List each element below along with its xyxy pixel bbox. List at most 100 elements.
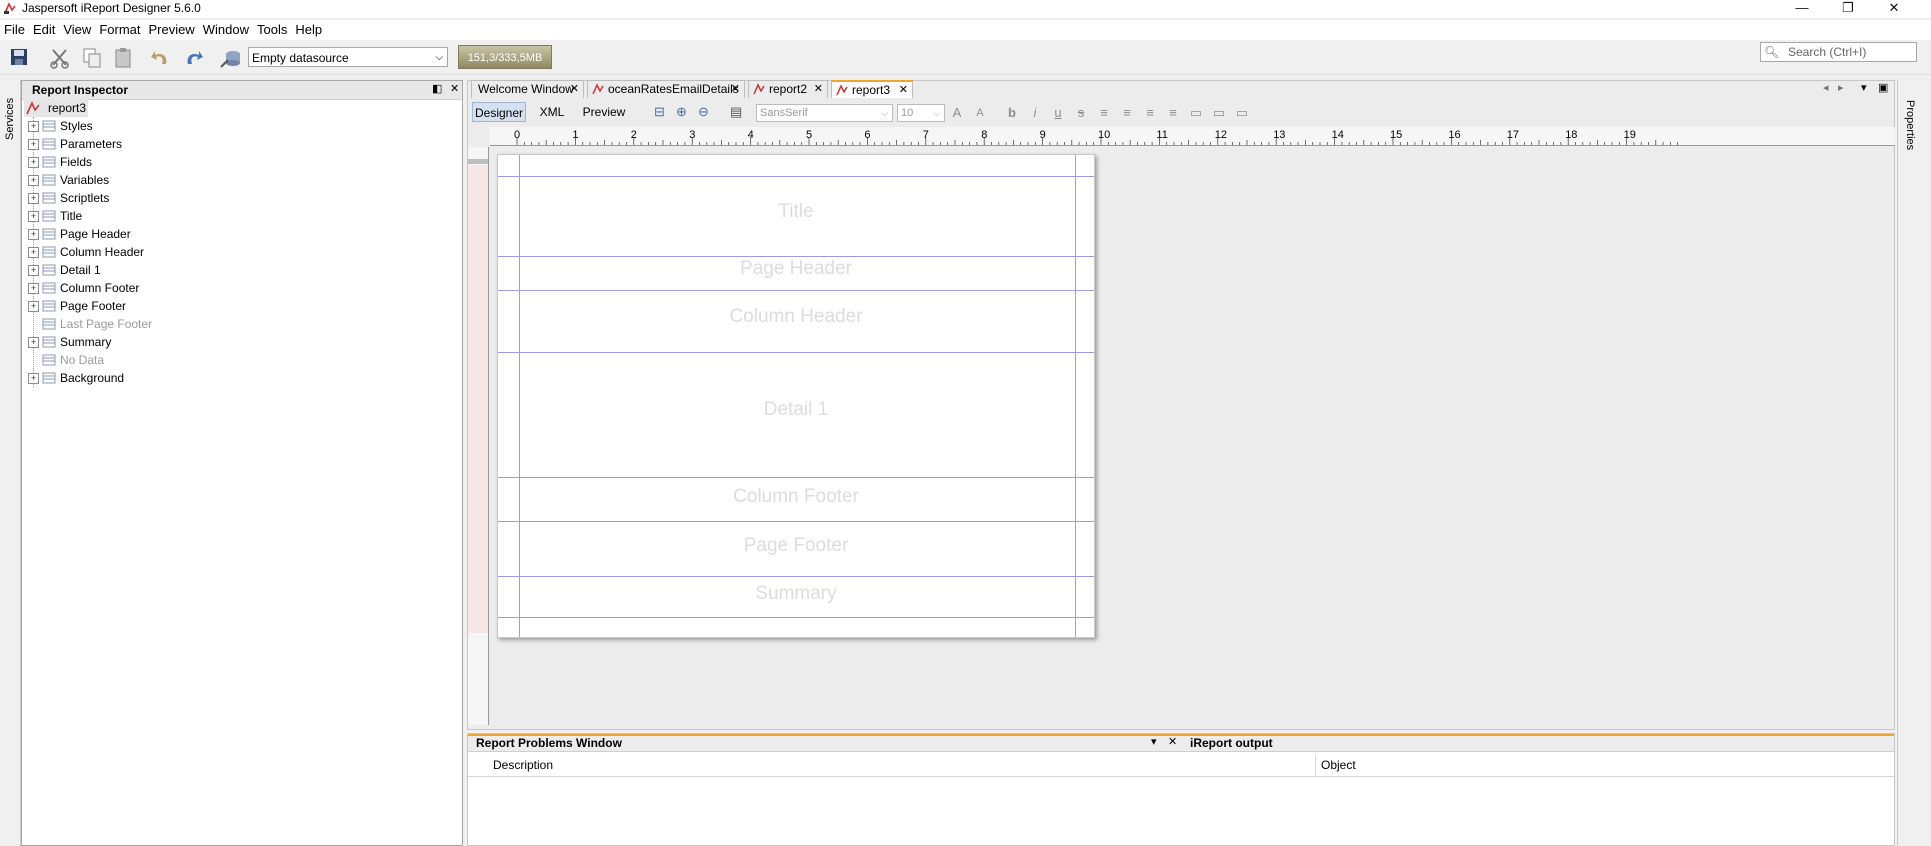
- tree-item-no-data[interactable]: No Data: [22, 351, 322, 369]
- align-top-icon[interactable]: ▭: [1187, 104, 1205, 122]
- menu-tools[interactable]: Tools: [253, 20, 291, 40]
- tab-list-icon[interactable]: ▾: [1861, 81, 1867, 94]
- tree-item-parameters[interactable]: + Parameters: [22, 135, 322, 153]
- zoom-in-icon[interactable]: ⊕: [676, 104, 687, 120]
- align-middle-icon[interactable]: ▭: [1210, 104, 1228, 122]
- problems-window-title[interactable]: Report Problems Window: [476, 734, 622, 752]
- close-panel-icon[interactable]: ✕: [450, 82, 459, 95]
- tree-item-detail-1[interactable]: + Detail 1: [22, 261, 322, 279]
- properties-tab[interactable]: Properties: [1904, 100, 1916, 150]
- expand-icon[interactable]: +: [28, 229, 39, 240]
- close-icon[interactable]: ✕: [570, 81, 579, 98]
- bold-icon[interactable]: b: [1003, 104, 1021, 122]
- minimize-panel-icon[interactable]: ▾: [1151, 735, 1157, 748]
- menu-preview[interactable]: Preview: [144, 20, 198, 40]
- expand-icon[interactable]: +: [28, 283, 39, 294]
- expand-icon[interactable]: +: [28, 139, 39, 150]
- band-title[interactable]: Title: [498, 201, 1094, 223]
- align-justify-icon[interactable]: ≡: [1164, 104, 1182, 122]
- underline-icon[interactable]: u: [1049, 104, 1067, 122]
- search-input[interactable]: 🔍︎ Search (Ctrl+I): [1760, 42, 1917, 62]
- tab-report2[interactable]: report2 ✕: [748, 80, 828, 98]
- tab-ireport-output[interactable]: iReport output: [1190, 734, 1273, 752]
- tree-item-last-page-footer[interactable]: Last Page Footer: [22, 315, 322, 333]
- expand-icon[interactable]: +: [28, 193, 39, 204]
- tree-item-variables[interactable]: + Variables: [22, 171, 322, 189]
- font-size-select[interactable]: 10 ⌵: [897, 104, 945, 122]
- menu-format[interactable]: Format: [95, 20, 144, 40]
- tab-scroll-right-icon[interactable]: ▸: [1838, 81, 1844, 94]
- close-icon[interactable]: ✕: [731, 81, 740, 98]
- tree-root-report3[interactable]: report3: [24, 99, 88, 117]
- italic-icon[interactable]: i: [1026, 104, 1044, 122]
- decrease-font-icon[interactable]: A: [971, 104, 989, 122]
- minimize-panel-icon[interactable]: ◧: [432, 82, 442, 95]
- band-summary[interactable]: Summary: [498, 583, 1094, 605]
- expand-icon[interactable]: +: [28, 211, 39, 222]
- expand-icon[interactable]: +: [28, 175, 39, 186]
- column-description[interactable]: Description: [493, 758, 553, 772]
- close-panel-icon[interactable]: ✕: [1168, 735, 1177, 748]
- menu-window[interactable]: Window: [199, 20, 253, 40]
- tree-item-background[interactable]: + Background: [22, 369, 322, 387]
- band-page-footer[interactable]: Page Footer: [498, 535, 1094, 557]
- band-detail-1[interactable]: Detail 1: [498, 399, 1094, 421]
- menu-help[interactable]: Help: [291, 20, 326, 40]
- restore-button[interactable]: ❐: [1825, 0, 1871, 18]
- column-object[interactable]: Object: [1321, 758, 1356, 772]
- tab-scroll-left-icon[interactable]: ◂: [1823, 81, 1829, 94]
- minimize-button[interactable]: —: [1779, 0, 1825, 18]
- page-setup-icon[interactable]: ▤: [730, 104, 742, 120]
- strikethrough-icon[interactable]: s: [1072, 104, 1090, 122]
- undo-icon[interactable]: [149, 46, 173, 70]
- copy-icon[interactable]: [80, 46, 104, 70]
- tab-preview[interactable]: Preview: [578, 102, 630, 122]
- expand-icon[interactable]: +: [28, 157, 39, 168]
- datasource-icon[interactable]: [219, 46, 243, 70]
- close-icon[interactable]: ✕: [814, 81, 823, 98]
- save-all-icon[interactable]: [8, 46, 32, 70]
- tab-designer[interactable]: Designer: [472, 102, 526, 122]
- tree-item-scriptlets[interactable]: + Scriptlets: [22, 189, 322, 207]
- maximize-icon[interactable]: ▣: [1878, 81, 1888, 94]
- expand-icon[interactable]: +: [28, 121, 39, 132]
- tree-item-page-header[interactable]: + Page Header: [22, 225, 322, 243]
- tree-item-title[interactable]: + Title: [22, 207, 322, 225]
- cut-icon[interactable]: [48, 46, 72, 70]
- menu-view[interactable]: View: [59, 20, 95, 40]
- align-left-icon[interactable]: ≡: [1095, 104, 1113, 122]
- menu-file[interactable]: File: [0, 20, 29, 40]
- tab-xml[interactable]: XML: [532, 102, 572, 122]
- close-icon[interactable]: ✕: [899, 82, 908, 99]
- expand-icon[interactable]: +: [28, 373, 39, 384]
- expand-icon[interactable]: +: [28, 247, 39, 258]
- redo-icon[interactable]: [181, 46, 205, 70]
- font-select[interactable]: SansSerif ⌵: [756, 104, 893, 122]
- paste-icon[interactable]: [111, 46, 135, 70]
- tab-oceanrates[interactable]: oceanRatesEmailDetails ✕: [587, 80, 745, 98]
- tree-item-fields[interactable]: + Fields: [22, 153, 322, 171]
- tree-item-column-footer[interactable]: + Column Footer: [22, 279, 322, 297]
- close-window-button[interactable]: ✕: [1871, 0, 1917, 18]
- tree-item-styles[interactable]: + Styles: [22, 117, 322, 135]
- band-column-header[interactable]: Column Header: [498, 306, 1094, 328]
- align-bottom-icon[interactable]: ▭: [1233, 104, 1251, 122]
- menu-edit[interactable]: Edit: [29, 20, 59, 40]
- expand-icon[interactable]: +: [28, 337, 39, 348]
- tree-item-page-footer[interactable]: + Page Footer: [22, 297, 322, 315]
- services-tab[interactable]: Services: [4, 84, 16, 140]
- tree-item-column-header[interactable]: + Column Header: [22, 243, 322, 261]
- datasource-select[interactable]: Empty datasource ⌵: [248, 47, 448, 67]
- zoom-out-icon[interactable]: ⊖: [698, 104, 709, 120]
- tab-welcome-window[interactable]: Welcome Window ✕: [471, 80, 584, 98]
- zoom-fit-icon[interactable]: ⊟: [654, 104, 665, 120]
- increase-font-icon[interactable]: A: [948, 104, 966, 122]
- expand-icon[interactable]: +: [28, 301, 39, 312]
- report-page[interactable]: Title Page Header Column Header Detail 1…: [497, 154, 1095, 638]
- memory-indicator[interactable]: 151,3/333,5MB: [458, 45, 552, 69]
- expand-icon[interactable]: +: [28, 265, 39, 276]
- tab-report3[interactable]: report3 ✕: [831, 80, 913, 98]
- align-center-icon[interactable]: ≡: [1118, 104, 1136, 122]
- align-right-icon[interactable]: ≡: [1141, 104, 1159, 122]
- band-page-header[interactable]: Page Header: [498, 258, 1094, 280]
